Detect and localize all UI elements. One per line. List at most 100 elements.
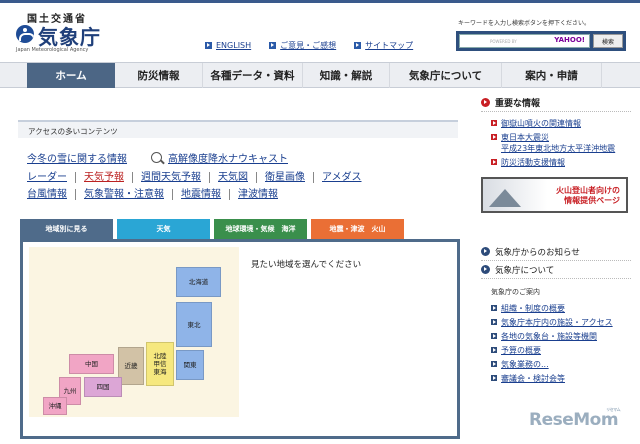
jma-logo-icon[interactable] — [16, 25, 34, 43]
radar-link[interactable]: レーダー — [27, 172, 75, 183]
header-links: ENGLISH ご意見・ご感想 サイトマップ — [205, 40, 413, 51]
region-chugoku[interactable]: 中国 — [69, 354, 114, 374]
arrow-square-icon — [491, 159, 497, 165]
weather-map-link[interactable]: 天気図 — [209, 172, 256, 183]
search-button[interactable]: 検索 — [593, 34, 623, 48]
search-box: POWERED BY YAHOO! 検索 — [456, 31, 626, 51]
important-info-header: 重要な情報 — [481, 94, 631, 112]
arrow-circle-icon — [481, 98, 490, 107]
list-item[interactable]: 組織・制度の概要 — [491, 303, 631, 314]
arrow-square-icon — [491, 333, 497, 339]
nowcast-link-item[interactable]: 高解像度降水ナウキャスト — [151, 150, 288, 165]
feedback-link[interactable]: ご意見・ご感想 — [280, 40, 336, 51]
arrow-square-icon — [491, 305, 497, 311]
right-sidebar: 重要な情報 御嶽山噴火の関連情報 東日本大震災 平成23年東北地方太平洋沖地震 … — [481, 94, 631, 387]
important-info-title: 重要な情報 — [495, 99, 541, 109]
about-list: 組織・制度の概要 気象庁本庁内の施設・アクセス 各地の気象台・施設等機関 予算の… — [481, 303, 631, 384]
snow-info-link[interactable]: 今冬の雪に関する情報 — [27, 150, 127, 165]
top-accent-bar — [0, 0, 640, 3]
region-okinawa[interactable]: 沖縄 — [43, 397, 67, 415]
list-item[interactable]: 防災活動支援情報 — [491, 157, 631, 168]
sitemap-link[interactable]: サイトマップ — [365, 40, 413, 51]
notice-title[interactable]: 気象庁からのお知らせ — [495, 246, 580, 258]
english-link[interactable]: ENGLISH — [216, 41, 251, 50]
forecast-link[interactable]: 天気予報 — [75, 172, 132, 183]
volcano-climbers-banner[interactable]: 火山登山者向けの 情報提供ページ — [481, 177, 628, 213]
resemom-watermark: ReseMom リセマム — [529, 407, 621, 430]
tsunami-link[interactable]: 津波情報 — [229, 189, 286, 200]
nav-knowledge[interactable]: 知識・解説 — [303, 63, 390, 88]
tab-by-region[interactable]: 地域別に見る — [20, 219, 113, 239]
about-header[interactable]: 気象庁について — [481, 261, 631, 279]
arrow-circle-icon — [481, 247, 490, 256]
magnifier-icon — [151, 152, 162, 163]
arrow-square-icon — [269, 42, 277, 49]
councils-link[interactable]: 審議会・検討会等 — [501, 373, 565, 384]
tab-environment[interactable]: 地球環境・気候 海洋 — [214, 219, 307, 239]
nav-home[interactable]: ホーム — [27, 63, 115, 88]
satellite-link[interactable]: 衛星画像 — [256, 172, 313, 183]
about-subtitle: 気象庁のご案内 — [491, 288, 540, 296]
watermark-text: ReseMom — [529, 410, 619, 430]
list-item[interactable]: 予算の概要 — [491, 345, 631, 356]
arrow-square-icon — [491, 375, 497, 381]
nav-disaster-info[interactable]: 防災情報 — [115, 63, 203, 88]
list-item[interactable]: 東日本大震災 平成23年東北地方太平洋沖地震 — [491, 132, 631, 154]
facility-access-link[interactable]: 気象庁本庁内の施設・アクセス — [501, 317, 613, 328]
region-hokkaido[interactable]: 北海道 — [176, 267, 221, 297]
nowcast-link[interactable]: 高解像度降水ナウキャスト — [168, 150, 288, 165]
volcano-banner-text: 火山登山者向けの 情報提供ページ — [556, 186, 620, 205]
arrow-circle-icon — [481, 265, 490, 274]
about-title[interactable]: 気象庁について — [495, 264, 554, 276]
warnings-link[interactable]: 気象警報・注意報 — [75, 189, 172, 200]
popular-links-row-2: 台風情報 気象警報・注意報 地震情報 津波情報 — [27, 189, 286, 200]
arrow-square-icon — [491, 361, 497, 367]
typhoon-link[interactable]: 台風情報 — [27, 189, 75, 200]
list-item[interactable]: 気象庁本庁内の施設・アクセス — [491, 317, 631, 328]
japan-region-map: 北海道 東北 関東 北陸 甲信 東海 近畿 中国 四国 九州 沖縄 — [29, 247, 239, 417]
region-map-panel: 北海道 東北 関東 北陸 甲信 東海 近畿 中国 四国 九州 沖縄 見たい地域を… — [20, 239, 460, 439]
search-hint: キーワードを入力し検索ボタンを押下ください。 — [458, 20, 591, 27]
popular-content: アクセスの多いコンテンツ 今冬の雪に関する情報 高解像度降水ナウキャスト レーダ… — [18, 120, 458, 215]
earthquake-link[interactable]: 地震情報 — [172, 189, 229, 200]
english-link-item[interactable]: ENGLISH — [205, 40, 251, 51]
arrow-square-icon — [491, 319, 497, 325]
agency-name-en: Japan Meteorological Agency — [16, 47, 89, 53]
weekly-forecast-link[interactable]: 週間天気予報 — [132, 172, 209, 183]
watermark-small-text: リセマム — [606, 407, 621, 412]
category-tabs: 地域別に見る 天気 地球環境・気候 海洋 地震・津波 火山 — [20, 219, 404, 239]
feedback-link-item[interactable]: ご意見・ご感想 — [269, 40, 336, 51]
nav-data[interactable]: 各種データ・資料 — [203, 63, 303, 88]
region-shikoku[interactable]: 四国 — [84, 377, 122, 397]
business-link[interactable]: 気象業務の... — [501, 359, 549, 370]
notice-header[interactable]: 気象庁からのお知らせ — [481, 243, 631, 261]
volcano-icon — [489, 189, 521, 207]
agency-name[interactable]: 気象庁 — [38, 21, 101, 50]
list-item[interactable]: 各地の気象台・施設等機関 — [491, 331, 631, 342]
budget-link[interactable]: 予算の概要 — [501, 345, 541, 356]
amedas-link[interactable]: アメダス — [313, 172, 370, 183]
arrow-square-icon — [354, 42, 362, 49]
list-item[interactable]: 気象業務の... — [491, 359, 631, 370]
nav-guide[interactable]: 案内・申請 — [502, 63, 602, 88]
tab-weather[interactable]: 天気 — [117, 219, 210, 239]
region-kanto[interactable]: 関東 — [176, 350, 204, 380]
popular-links-row-1: レーダー 天気予報 週間天気予報 天気図 衛星画像 アメダス — [27, 172, 370, 183]
search-input[interactable]: POWERED BY YAHOO! — [459, 34, 590, 48]
arrow-square-icon — [491, 120, 497, 126]
local-offices-link[interactable]: 各地の気象台・施設等機関 — [501, 331, 597, 342]
list-item[interactable]: 御嶽山噴火の関連情報 — [491, 118, 631, 129]
organization-link[interactable]: 組織・制度の概要 — [501, 303, 565, 314]
list-item[interactable]: 審議会・検討会等 — [491, 373, 631, 384]
tab-earthquake[interactable]: 地震・津波 火山 — [311, 219, 404, 239]
disaster-support-link[interactable]: 防災活動支援情報 — [501, 157, 565, 168]
region-tohoku[interactable]: 東北 — [176, 302, 212, 347]
main-nav: ホーム 防災情報 各種データ・資料 知識・解説 気象庁について 案内・申請 — [0, 62, 640, 88]
region-hokuriku-koshin-tokai[interactable]: 北陸 甲信 東海 — [146, 342, 174, 386]
nav-about[interactable]: 気象庁について — [390, 63, 502, 88]
ontake-link[interactable]: 御嶽山噴火の関連情報 — [501, 118, 581, 129]
great-east-japan-eq-link[interactable]: 東日本大震災 平成23年東北地方太平洋沖地震 — [501, 132, 615, 154]
sitemap-link-item[interactable]: サイトマップ — [354, 40, 413, 51]
popular-content-title: アクセスの多いコンテンツ — [18, 120, 458, 138]
popular-featured-links: 今冬の雪に関する情報 高解像度降水ナウキャスト — [27, 150, 288, 165]
